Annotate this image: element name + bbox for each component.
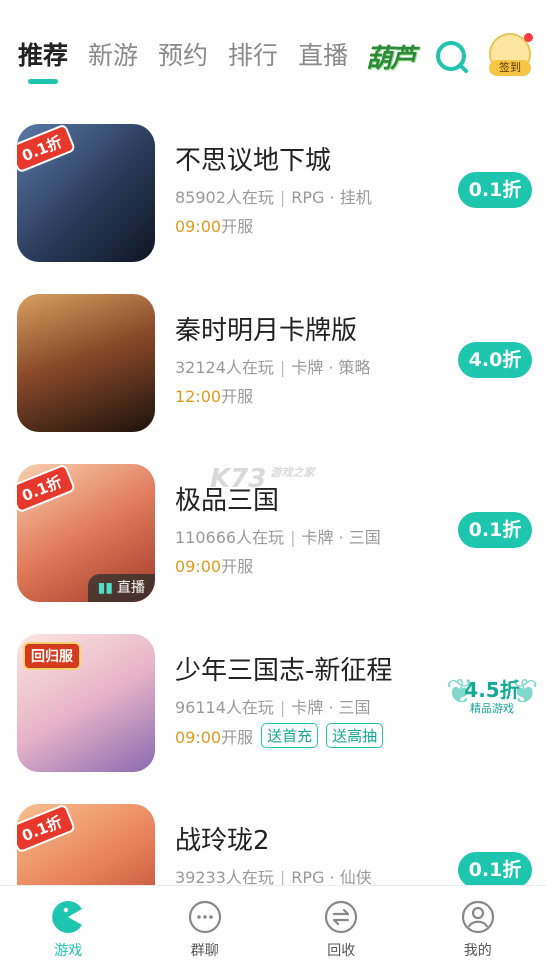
gift-tag: 送高抽 (326, 723, 384, 748)
recycle-icon (325, 900, 358, 934)
nav-label: 群聊 (190, 943, 219, 959)
game-item[interactable]: 回归服 少年三国志-新征程 96114人在玩 | 卡牌 · 三国 09:00开服 送… (0, 630, 546, 800)
nav-games[interactable]: 游戏 (0, 886, 137, 969)
app-logo: 葫芦 (366, 44, 416, 74)
open-text: 开服 (221, 727, 254, 747)
discount-ribbon: 0.1折 (17, 804, 76, 854)
server-open: 09:00开服 送首充 送高抽 (175, 723, 384, 748)
game-thumbnail: 0.1折 (17, 124, 155, 262)
player-count: 85902人在玩 (175, 188, 274, 207)
checkin-button[interactable]: 签到 (489, 33, 533, 79)
open-text: 开服 (221, 387, 254, 406)
tab-new-games[interactable]: 新游 (88, 38, 138, 78)
notification-dot (524, 33, 533, 42)
discount-badge[interactable]: 4.0折 (458, 342, 532, 378)
premium-value: 4.5折 (464, 678, 520, 702)
game-thumbnail: 0.1折 ▮▮ 直播 (17, 464, 155, 602)
game-meta: 85902人在玩 | RPG · 挂机 (175, 188, 372, 207)
game-tags: 卡牌 · 策略 (291, 358, 371, 377)
open-time: 09:00 (175, 557, 222, 576)
game-item[interactable]: 0.1折 不思议地下城 85902人在玩 | RPG · 挂机 09:00开服 0.… (0, 120, 546, 290)
game-tags: 卡牌 · 三国 (301, 528, 381, 547)
pacman-icon (52, 901, 83, 933)
premium-discount-badge[interactable]: ❦ ❦ 4.5折 精品游戏 (444, 668, 540, 728)
open-text: 开服 (221, 557, 254, 576)
category-tabs: 推荐 新游 预约 排行 直播 (18, 38, 348, 84)
discount-badge[interactable]: 0.1折 (458, 172, 532, 208)
open-text: 开服 (221, 217, 254, 236)
premium-label: 精品游戏 (470, 702, 514, 715)
checkin-label: 签到 (489, 60, 531, 76)
discount-ribbon: 0.1折 (17, 124, 76, 174)
game-tags: RPG · 挂机 (291, 188, 372, 207)
discount-ribbon: 0.1折 (17, 464, 76, 514)
tab-live[interactable]: 直播 (298, 38, 348, 78)
chat-icon (188, 900, 221, 934)
server-open: 09:00开服 (175, 213, 253, 237)
live-tag: ▮▮ 直播 (87, 574, 155, 602)
open-time: 09:00 (175, 217, 222, 236)
nav-label: 回收 (327, 943, 356, 959)
nav-recycle[interactable]: 回收 (273, 886, 410, 969)
player-count: 110666人在玩 (175, 528, 285, 547)
player-count: 96114人在玩 (175, 698, 274, 717)
nav-label: 游戏 (54, 943, 83, 959)
game-meta: 110666人在玩 | 卡牌 · 三国 (175, 528, 381, 547)
watermark: K73 游戏之家 (210, 464, 315, 494)
nav-label: 我的 (463, 943, 492, 959)
game-tags: 卡牌 · 三国 (291, 698, 371, 717)
server-open: 09:00开服 (175, 553, 253, 577)
open-time: 09:00 (175, 727, 222, 747)
player-count: 32124人在玩 (175, 358, 274, 377)
discount-badge[interactable]: 0.1折 (458, 512, 532, 548)
profile-icon (461, 900, 494, 934)
game-title: 不思议地下城 (175, 146, 332, 176)
tab-ranking[interactable]: 排行 (228, 38, 278, 78)
game-thumbnail: 回归服 (17, 634, 155, 772)
nav-profile[interactable]: 我的 (410, 886, 546, 969)
top-bar: 推荐 新游 预约 排行 直播 葫芦 签到 (0, 0, 546, 100)
search-button[interactable] (433, 38, 471, 76)
discount-badge[interactable]: 0.1折 (458, 852, 532, 888)
live-bars-icon: ▮▮ (97, 580, 113, 596)
game-meta: 96114人在玩 | 卡牌 · 三国 (175, 698, 371, 717)
server-open: 12:00开服 (175, 383, 253, 407)
game-title: 战玲珑2 (175, 826, 270, 856)
game-meta: 32124人在玩 | 卡牌 · 策略 (175, 358, 371, 377)
return-server-badge: 回归服 (23, 642, 81, 670)
gift-tag: 送首充 (261, 723, 319, 748)
game-item[interactable]: 秦时明月卡牌版 32124人在玩 | 卡牌 · 策略 12:00开服 4.0折 (0, 290, 546, 460)
search-icon (436, 41, 468, 73)
nav-chat[interactable]: 群聊 (137, 886, 274, 969)
game-title: 秦时明月卡牌版 (175, 316, 358, 346)
bottom-nav: 游戏 群聊 回收 我的 (0, 885, 546, 969)
tab-reserve[interactable]: 预约 (158, 38, 208, 78)
game-thumbnail (17, 294, 155, 432)
tab-recommend[interactable]: 推荐 (18, 38, 68, 84)
game-title: 少年三国志-新征程 (175, 656, 393, 686)
open-time: 12:00 (175, 387, 222, 406)
game-list: 0.1折 不思议地下城 85902人在玩 | RPG · 挂机 09:00开服 0.… (0, 120, 546, 969)
